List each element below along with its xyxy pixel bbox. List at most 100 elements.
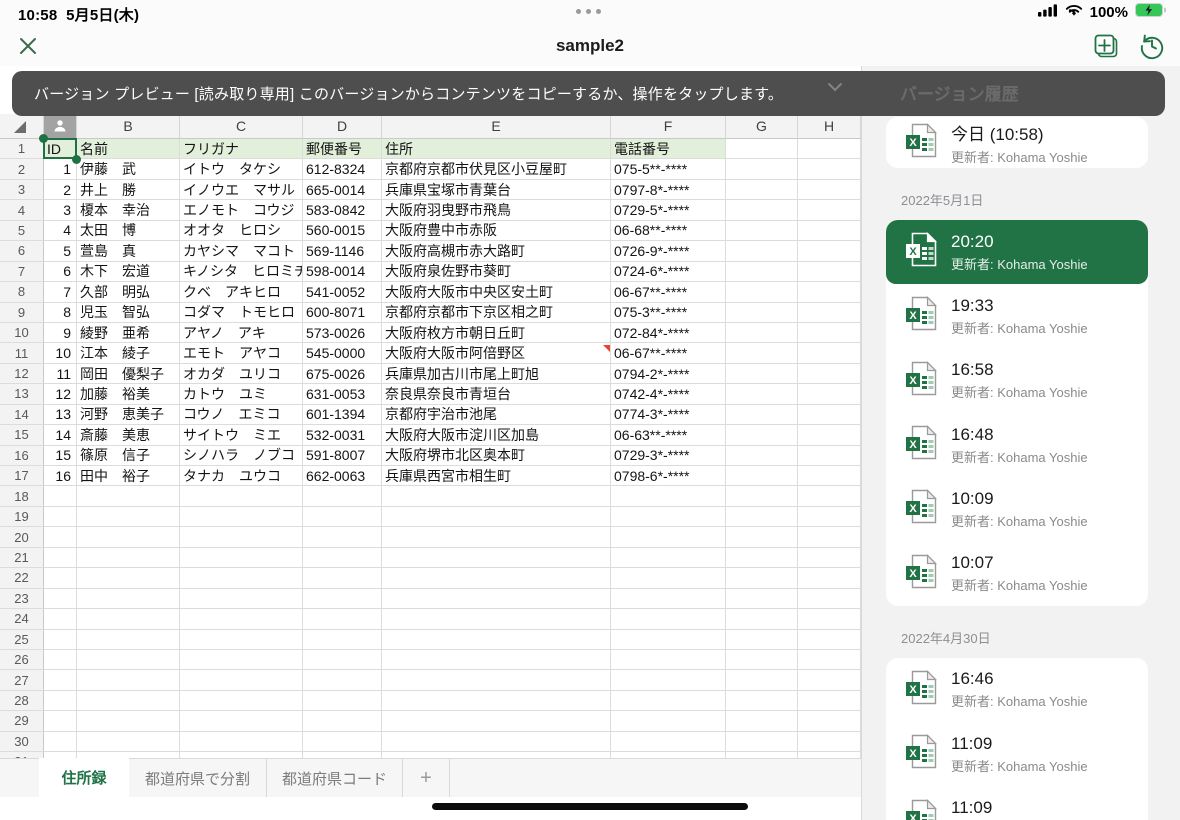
grid-cell[interactable]: カヤシマ マコト xyxy=(180,241,303,262)
grid-cell[interactable]: 京都府宇治市池尾 xyxy=(382,404,611,426)
grid-cell[interactable]: 電話番号 xyxy=(611,139,726,160)
grid-cell[interactable] xyxy=(726,282,798,303)
grid-cell[interactable] xyxy=(798,261,861,283)
grid-cell[interactable] xyxy=(798,159,861,180)
grid-cell[interactable] xyxy=(726,179,798,201)
version-preview-banner[interactable]: バージョン プレビュー [読み取り専用] このバージョンからコンテンツをコピーす… xyxy=(12,71,1165,116)
row-header-1[interactable]: 1 xyxy=(0,139,44,160)
grid-cell[interactable] xyxy=(382,568,611,589)
grid-cell[interactable]: 6 xyxy=(44,261,77,283)
grid-cell[interactable]: 612-8324 xyxy=(303,159,382,180)
grid-cell[interactable] xyxy=(77,527,180,548)
grid-cell[interactable] xyxy=(798,322,861,344)
row-header-22[interactable]: 22 xyxy=(0,568,44,589)
grid-cell[interactable]: オオタ ヒロシ xyxy=(180,220,303,242)
grid-cell[interactable]: 573-0026 xyxy=(303,322,382,344)
grid-cell[interactable] xyxy=(382,649,611,671)
grid-cell[interactable]: 斎藤 美恵 xyxy=(77,425,180,446)
grid-cell[interactable]: 583-0842 xyxy=(303,200,382,221)
grid-cell[interactable]: 16 xyxy=(44,466,77,487)
grid-cell[interactable] xyxy=(798,282,861,303)
grid-cell[interactable] xyxy=(44,506,77,528)
grid-cell[interactable] xyxy=(611,609,726,630)
grid-cell[interactable]: 萱島 真 xyxy=(77,241,180,262)
grid-cell[interactable]: 569-1146 xyxy=(303,241,382,262)
grid-cell[interactable] xyxy=(382,527,611,548)
grid-cell[interactable]: カトウ ユミ xyxy=(180,384,303,405)
grid-cell[interactable] xyxy=(180,629,303,650)
grid-cell[interactable] xyxy=(726,466,798,487)
grid-cell[interactable] xyxy=(44,588,77,610)
grid-cell[interactable] xyxy=(303,670,382,691)
row-header-6[interactable]: 6 xyxy=(0,241,44,262)
grid-cell[interactable]: 532-0031 xyxy=(303,425,382,446)
grid-cell[interactable] xyxy=(611,527,726,548)
grid-cell[interactable]: 675-0026 xyxy=(303,363,382,385)
grid-cell[interactable] xyxy=(798,445,861,466)
grid-cell[interactable]: 0797-8*-**** xyxy=(611,179,726,201)
grid-cell[interactable]: 2 xyxy=(44,179,77,201)
grid-cell[interactable] xyxy=(726,159,798,180)
grid-cell[interactable] xyxy=(798,466,861,487)
grid-cell[interactable]: 541-0052 xyxy=(303,282,382,303)
grid-cell[interactable]: 601-1394 xyxy=(303,404,382,426)
grid-cell[interactable] xyxy=(611,690,726,712)
grid-cell[interactable] xyxy=(798,241,861,262)
grid-cell[interactable] xyxy=(382,670,611,691)
version-item[interactable]: X 16:48 更新者: Kohama Yoshie xyxy=(886,413,1148,477)
grid-cell[interactable] xyxy=(303,588,382,610)
grid-cell[interactable] xyxy=(726,302,798,323)
row-header-12[interactable]: 12 xyxy=(0,363,44,385)
grid-cell[interactable]: 郵便番号 xyxy=(303,139,382,160)
grid-cell[interactable]: 兵庫県加古川市尾上町旭 xyxy=(382,363,611,385)
grid-cell[interactable] xyxy=(382,690,611,712)
row-header-24[interactable]: 24 xyxy=(0,609,44,630)
grid-cell[interactable]: 11 xyxy=(44,363,77,385)
grid-cell[interactable]: 兵庫県宝塚市青葉台 xyxy=(382,179,611,201)
row-header-26[interactable]: 26 xyxy=(0,649,44,671)
row-header-4[interactable]: 4 xyxy=(0,200,44,221)
grid-cell[interactable] xyxy=(726,384,798,405)
row-header-16[interactable]: 16 xyxy=(0,445,44,466)
grid-cell[interactable] xyxy=(798,343,861,364)
grid-cell[interactable]: 加藤 裕美 xyxy=(77,384,180,405)
grid-cell[interactable] xyxy=(726,404,798,426)
grid-cell[interactable] xyxy=(77,649,180,671)
column-header-B[interactable]: B xyxy=(77,114,180,139)
grid-cell[interactable] xyxy=(726,731,798,753)
grid-cell[interactable] xyxy=(382,506,611,528)
column-header-G[interactable]: G xyxy=(726,114,798,139)
grid-cell[interactable] xyxy=(180,568,303,589)
grid-cell[interactable] xyxy=(303,506,382,528)
grid-cell[interactable] xyxy=(44,629,77,650)
grid-cell[interactable] xyxy=(382,486,611,507)
grid-cell[interactable] xyxy=(798,690,861,712)
grid-cell[interactable]: 大阪府豊中市赤阪 xyxy=(382,220,611,242)
grid-cell[interactable] xyxy=(798,179,861,201)
column-header-E[interactable]: E xyxy=(382,114,611,139)
grid-cell[interactable]: イトウ タケシ xyxy=(180,159,303,180)
grid-cell[interactable] xyxy=(611,588,726,610)
grid-cell[interactable] xyxy=(726,547,798,569)
multitasking-dots-icon[interactable] xyxy=(576,9,601,14)
column-header-C[interactable]: C xyxy=(180,114,303,139)
grid-cell[interactable]: 大阪府大阪市中央区安土町 xyxy=(382,282,611,303)
row-header-29[interactable]: 29 xyxy=(0,711,44,732)
grid-cell[interactable]: 072-84*-**** xyxy=(611,322,726,344)
grid-cell[interactable] xyxy=(180,547,303,569)
selection-handle-top-left[interactable] xyxy=(39,134,48,143)
grid-cell[interactable] xyxy=(798,384,861,405)
grid-cell[interactable] xyxy=(303,731,382,753)
grid-cell[interactable] xyxy=(798,609,861,630)
grid-cell[interactable] xyxy=(726,261,798,283)
grid-cell[interactable] xyxy=(77,629,180,650)
grid-cell[interactable]: 大阪府大阪市淀川区加島 xyxy=(382,425,611,446)
grid-cell[interactable] xyxy=(180,588,303,610)
grid-cell[interactable] xyxy=(726,363,798,385)
grid-cell[interactable] xyxy=(798,670,861,691)
grid-cell[interactable]: 太田 博 xyxy=(77,220,180,242)
grid-cell[interactable]: 児玉 智弘 xyxy=(77,302,180,323)
grid-cell[interactable] xyxy=(382,731,611,753)
row-header-8[interactable]: 8 xyxy=(0,282,44,303)
add-sheet-button[interactable]: + xyxy=(403,759,450,797)
